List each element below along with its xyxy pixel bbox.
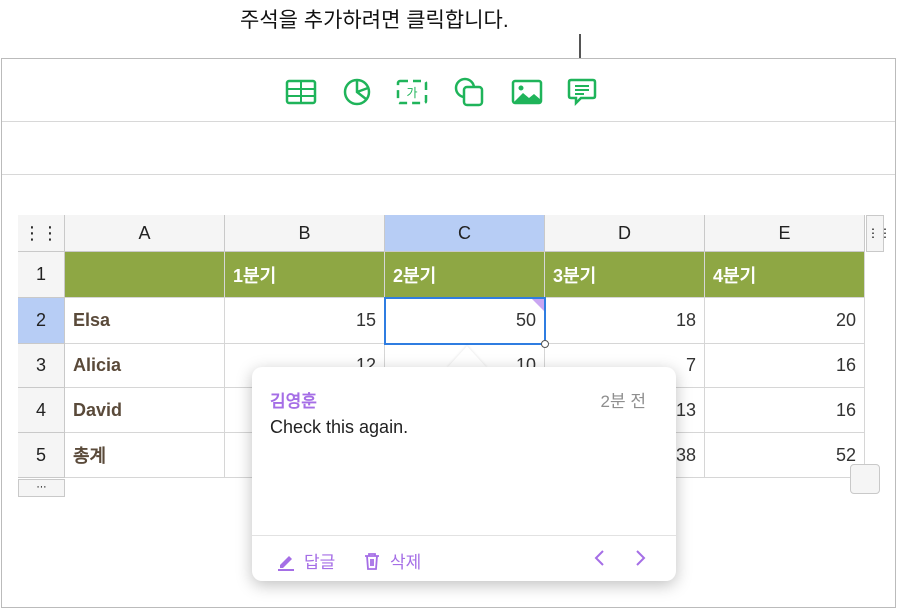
- callout-text: 주석을 추가하려면 클릭합니다.: [240, 4, 509, 34]
- table-cell[interactable]: 20: [705, 298, 865, 344]
- table-icon[interactable]: [284, 75, 318, 109]
- header-cell[interactable]: 3분기: [545, 252, 705, 298]
- text-icon[interactable]: 가: [395, 75, 429, 109]
- comment-time: 2분 전: [601, 387, 646, 412]
- toolbar: 가: [2, 59, 895, 122]
- format-bar: [2, 122, 895, 175]
- column-header-b[interactable]: B: [225, 215, 385, 252]
- table-cell[interactable]: 18: [545, 298, 705, 344]
- delete-label: 삭제: [390, 548, 421, 573]
- table-select-handle[interactable]: ⋮⋮: [18, 215, 65, 252]
- comment-popover: 김영훈 2분 전 Check this again. 답글 삭제: [252, 367, 676, 581]
- chevron-left-icon: [592, 548, 606, 568]
- column-header-d[interactable]: D: [545, 215, 705, 252]
- comment-icon[interactable]: [565, 75, 599, 109]
- text-icon-label: 가: [406, 86, 417, 100]
- pencil-icon: [276, 551, 296, 571]
- table-cell[interactable]: Elsa: [65, 298, 225, 344]
- chart-icon[interactable]: [340, 75, 374, 109]
- column-header-a[interactable]: A: [65, 215, 225, 252]
- table-cell[interactable]: 총계: [65, 433, 225, 478]
- row-header-3[interactable]: 3: [18, 344, 65, 388]
- table-resize-handle[interactable]: [850, 464, 880, 494]
- previous-comment-button[interactable]: [592, 548, 606, 568]
- resize-handle[interactable]: [541, 340, 549, 348]
- header-cell[interactable]: 1분기: [225, 252, 385, 298]
- table-cell[interactable]: 16: [705, 344, 865, 388]
- media-icon[interactable]: [510, 75, 544, 109]
- comment-footer: 답글 삭제: [252, 535, 676, 581]
- add-row-handle[interactable]: ⋯: [18, 479, 65, 497]
- header-cell[interactable]: [65, 252, 225, 298]
- header-cell[interactable]: 2분기: [385, 252, 545, 298]
- reply-label: 답글: [304, 548, 335, 573]
- table-cell[interactable]: 52: [705, 433, 865, 478]
- table-cell[interactable]: Alicia: [65, 344, 225, 388]
- popover-arrow: [447, 346, 487, 368]
- row-header-4[interactable]: 4: [18, 388, 65, 433]
- comment-text[interactable]: Check this again.: [270, 417, 408, 438]
- comment-marker[interactable]: [532, 299, 544, 311]
- selected-cell-c2[interactable]: [384, 297, 546, 345]
- reply-button[interactable]: 답글: [276, 548, 335, 573]
- trash-icon: [362, 551, 382, 571]
- header-cell[interactable]: 4분기: [705, 252, 865, 298]
- next-comment-button[interactable]: [634, 548, 648, 568]
- shape-icon[interactable]: [452, 75, 486, 109]
- row-header-1[interactable]: 1: [18, 252, 65, 298]
- table-cell[interactable]: 15: [225, 298, 385, 344]
- add-column-handle[interactable]: ⋮⋮: [866, 215, 884, 252]
- table-cell[interactable]: 16: [705, 388, 865, 433]
- delete-button[interactable]: 삭제: [362, 548, 421, 573]
- comment-author: 김영훈: [270, 387, 317, 412]
- chevron-right-icon: [634, 548, 648, 568]
- column-header-e[interactable]: E: [705, 215, 865, 252]
- table-cell[interactable]: David: [65, 388, 225, 433]
- row-header-2[interactable]: 2: [18, 298, 65, 344]
- row-header-5[interactable]: 5: [18, 433, 65, 478]
- column-header-c[interactable]: C: [385, 215, 545, 252]
